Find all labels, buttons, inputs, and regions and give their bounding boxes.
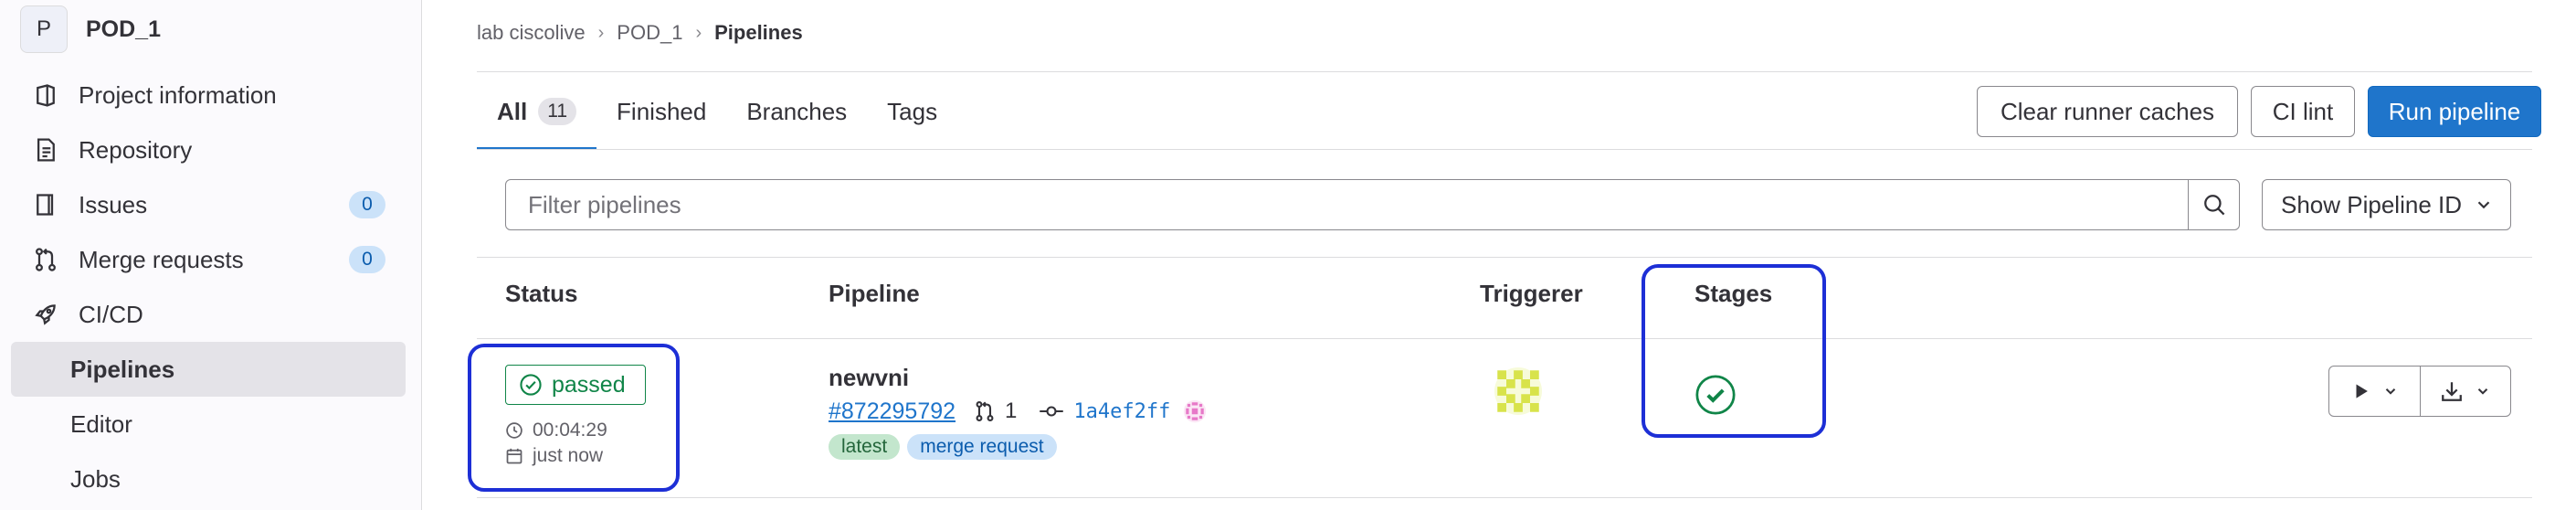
sidebar-item-label: CI/CD [79,300,143,328]
download-icon [2442,382,2462,401]
project-information-icon [31,80,60,110]
tab-label: Finished [617,97,707,125]
latest-badge: latest [829,434,901,460]
status-highlight-box [468,344,680,492]
sidebar-item-repository[interactable]: Repository [11,122,406,177]
pipeline-title[interactable]: newvni [829,364,909,392]
table-row-border [477,497,2532,498]
sidebar-item-cicd[interactable]: CI/CD [11,287,406,342]
sidebar-nav: Project information Repository Issues 0 … [11,68,406,506]
table-header-border [477,338,2532,339]
issues-count-badge: 0 [349,191,385,218]
issues-icon [31,190,60,219]
sidebar-item-label: Pipelines [70,355,175,383]
sidebar-item-pipelines[interactable]: Pipelines [11,342,406,397]
project-avatar: P [20,5,68,53]
sidebar-item-merge-requests[interactable]: Merge requests 0 [11,232,406,287]
repository-icon [31,135,60,165]
pipeline-info: #872295792 1 1a4ef2ff [829,395,1207,428]
column-header-triggerer: Triggerer [1480,280,1583,307]
sidebar-item-project-information[interactable]: Project information [11,68,406,122]
table-top-border [477,257,2532,258]
merge-request-count[interactable]: 1 [1005,398,1017,424]
play-icon [2356,384,2368,398]
sidebar-item-label: Merge requests [79,245,244,273]
tab-finished[interactable]: Finished [596,73,726,150]
run-pipeline-button[interactable]: Run pipeline [2368,86,2541,137]
commit-author-avatar[interactable] [1183,399,1207,423]
sidebar-item-jobs[interactable]: Jobs [11,452,406,506]
breadcrumb-project[interactable]: POD_1 [617,21,682,45]
tab-label: All [497,97,528,125]
triggerer-avatar[interactable] [1494,367,1542,415]
column-header-pipeline: Pipeline [829,280,920,307]
pipeline-tabs: All 11 Finished Branches Tags [477,73,957,150]
tab-label: Tags [887,97,938,125]
merge-request-icon [31,245,60,274]
show-pipeline-id-label: Show Pipeline ID [2281,190,2462,218]
stages-highlight-box [1642,264,1826,438]
search-icon [2203,195,2224,216]
breadcrumb-separator: › [695,22,702,43]
sidebar-item-issues[interactable]: Issues 0 [11,177,406,232]
tabs-divider [477,149,2532,150]
rocket-icon [31,300,60,329]
commit-sha-link[interactable]: 1a4ef2ff [1073,400,1170,423]
divider [477,71,2532,72]
chevron-down-icon [2477,388,2488,395]
pipeline-actions [2328,366,2511,417]
tab-count-badge: 11 [538,98,577,125]
sidebar-item-label: Project information [79,80,277,109]
pipeline-badges: latest merge request [829,434,1064,460]
search-button[interactable] [2188,179,2240,230]
chevron-down-icon [2477,201,2490,209]
commit-icon [1040,406,1064,417]
sidebar-item-label: Editor [70,409,132,438]
column-header-status: Status [505,280,578,307]
merge-request-badge: merge request [907,434,1057,460]
merge-request-icon [976,401,994,421]
breadcrumb: lab ciscolive › POD_1 › Pipelines [477,18,803,48]
breadcrumb-group[interactable]: lab ciscolive [477,21,586,45]
tab-branches[interactable]: Branches [726,73,867,150]
tab-all[interactable]: All 11 [477,73,597,150]
sidebar-item-label: Repository [79,135,193,164]
clear-runner-caches-button[interactable]: Clear runner caches [1977,86,2238,137]
tab-tags[interactable]: Tags [867,73,957,150]
filter-pipelines-input[interactable] [505,179,2189,230]
project-header[interactable]: P POD_1 [20,4,161,55]
download-artifacts-dropdown[interactable] [2420,367,2510,416]
chevron-down-icon [2385,388,2395,395]
ci-lint-button[interactable]: CI lint [2251,86,2355,137]
sidebar-item-label: Issues [79,190,148,218]
sidebar-item-editor[interactable]: Editor [11,397,406,452]
breadcrumb-current[interactable]: Pipelines [714,21,803,45]
sidebar: P POD_1 Project information Repository I… [0,0,422,510]
tab-label: Branches [746,97,848,125]
merge-requests-count-badge: 0 [349,246,385,273]
pipeline-id-link[interactable]: #872295792 [829,398,955,425]
sidebar-item-label: Jobs [70,464,121,493]
project-name: POD_1 [86,16,161,42]
show-pipeline-id-dropdown[interactable]: Show Pipeline ID [2262,179,2511,230]
run-manual-job-dropdown[interactable] [2329,367,2420,416]
breadcrumb-separator: › [597,22,605,43]
